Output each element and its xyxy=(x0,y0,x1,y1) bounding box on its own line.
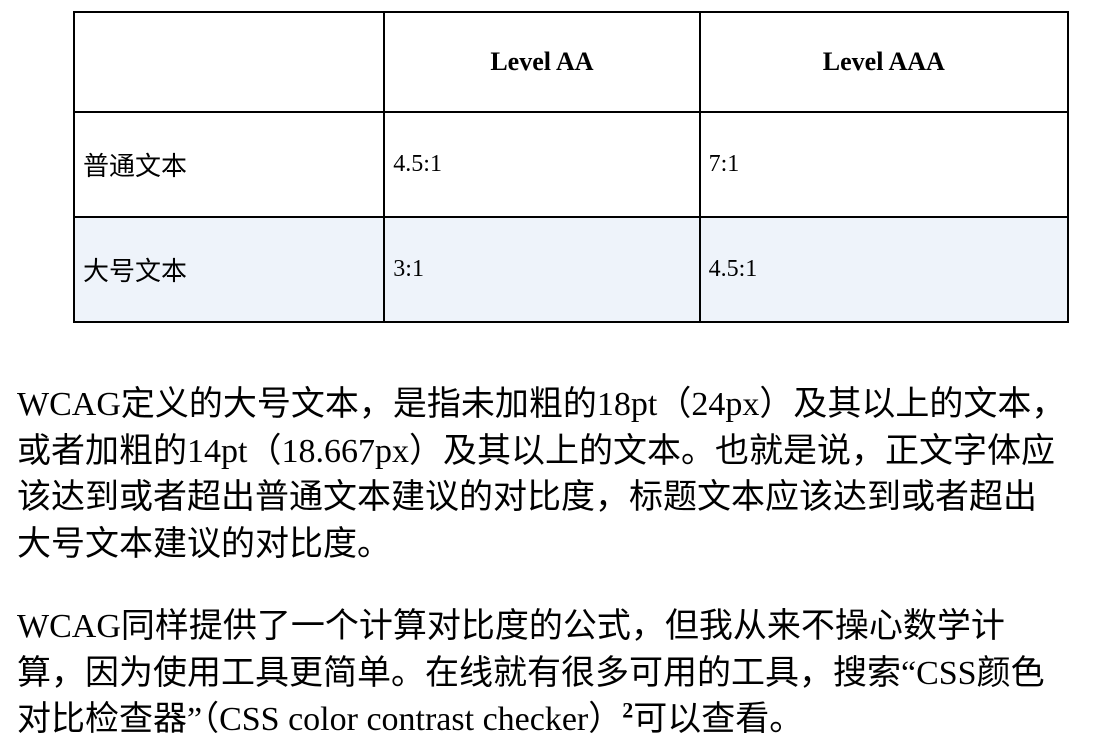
text-segment: 对比检查器”（CSS color contrast checker） xyxy=(17,701,623,738)
table-row: 大号文本 3:1 4.5:1 xyxy=(72,216,1070,323)
text-line: 大号文本建议的对比度。 xyxy=(17,525,391,563)
row-label-normal-text: 普通文本 xyxy=(72,111,386,218)
table-header-level-aaa: Level AAA xyxy=(698,11,1070,113)
paragraph-contrast-formula: WCAG同样提供了一个计算对比度的公式，但我从来不操心数学计 算，因为使用工具更… xyxy=(17,604,1117,744)
text-line: 或者加粗的14pt（18.667px）及其以上的文本。也就是说，正文字体应 xyxy=(17,432,1055,470)
table-header-level-aa: Level AA xyxy=(383,11,701,113)
table-row: 普通文本 4.5:1 7:1 xyxy=(72,111,1070,218)
text-segment: 可以查看。 xyxy=(633,701,804,738)
text-line: 算，因为使用工具更简单。在线就有很多可用的工具，搜索“CSS颜色 xyxy=(17,654,1045,692)
table-header-row: Level AA Level AAA xyxy=(72,11,1070,113)
footnote-reference[interactable]: 2 xyxy=(622,698,633,723)
cell-normal-aa: 4.5:1 xyxy=(383,111,701,218)
paragraph-large-text-definition: WCAG定义的大号文本，是指未加粗的18pt（24px）及其以上的文本， 或者加… xyxy=(17,382,1117,568)
text-line-with-footnote: 对比检查器”（CSS color contrast checker）2可以查看。 xyxy=(17,697,1117,744)
table-header-empty xyxy=(72,11,386,113)
text-line: WCAG同样提供了一个计算对比度的公式，但我从来不操心数学计 xyxy=(17,608,1005,645)
text-line: 该达到或者超出普通文本建议的对比度，标题文本应该达到或者超出 xyxy=(17,479,1037,516)
row-label-large-text: 大号文本 xyxy=(72,216,386,323)
text-line: WCAG定义的大号文本，是指未加粗的18pt（24px）及其以上的文本， xyxy=(17,386,1066,423)
cell-normal-aaa: 7:1 xyxy=(698,111,1070,218)
contrast-ratio-table: Level AA Level AAA 普通文本 4.5:1 7:1 大号文本 3… xyxy=(72,11,1070,323)
cell-large-aaa: 4.5:1 xyxy=(698,216,1070,323)
cell-large-aa: 3:1 xyxy=(383,216,701,323)
